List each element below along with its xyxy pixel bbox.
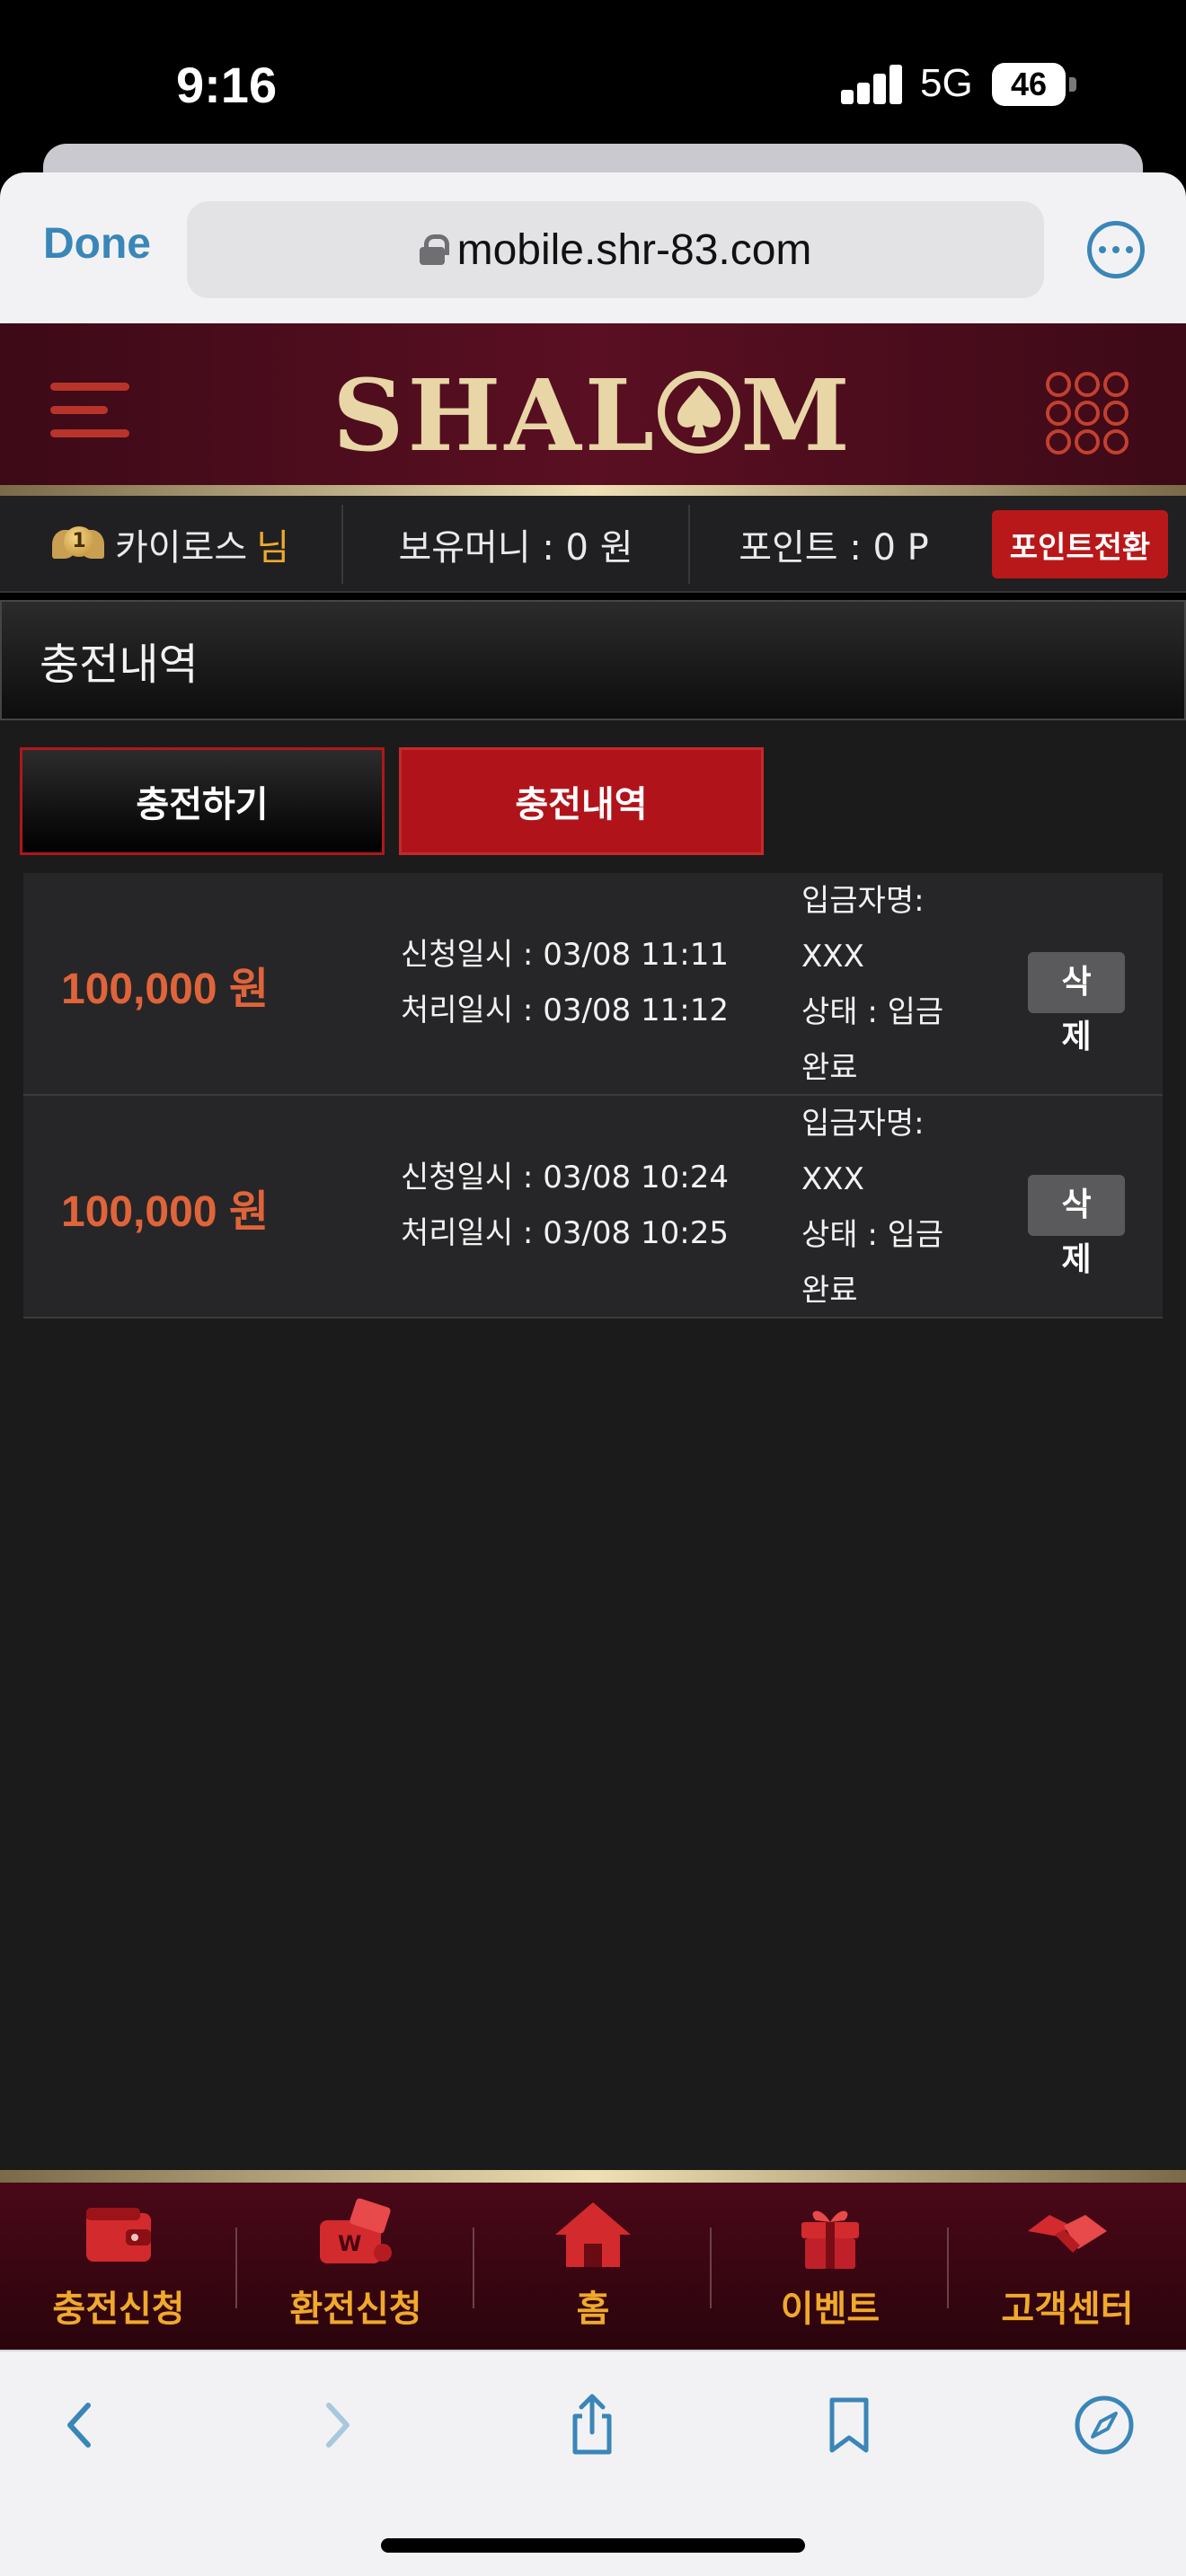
nav-event[interactable]: 이벤트 — [712, 2183, 949, 2350]
share-icon[interactable] — [552, 2384, 633, 2465]
logo-text: SHAL — [332, 357, 659, 473]
depositor-label: 입금자명: — [801, 883, 925, 919]
apps-grid-icon[interactable] — [1046, 372, 1128, 454]
nav-customer-center[interactable]: 고객센터 — [949, 2183, 1186, 2350]
level-number: 1 — [63, 526, 94, 557]
point-convert-button[interactable]: 포인트전환 — [992, 510, 1168, 578]
honorific: 님 — [256, 527, 289, 569]
exchange-wallet-icon: W — [320, 2198, 392, 2263]
history-row: 100,000 원 신청일시 : 03/08 11:11 처리일시 : 03/0… — [23, 873, 1163, 1096]
bookmarks-icon[interactable] — [809, 2384, 890, 2465]
status-value: 완료 — [801, 1273, 858, 1309]
tab-charge-history[interactable]: 충전내역 — [399, 747, 764, 855]
username: 카이로스 — [114, 527, 248, 569]
url-bar[interactable]: mobile.shr-83.com — [187, 201, 1044, 298]
user-name-cell: 1 카이로스 님 — [0, 496, 341, 593]
nav-label: 환전신청 — [289, 2289, 422, 2330]
delete-label-2: 제 — [1061, 1241, 1092, 1278]
level-badge-icon: 1 — [51, 521, 104, 568]
page-title: 충전내역 — [0, 600, 1186, 720]
delete-button[interactable]: 삭 제 — [1028, 952, 1125, 1055]
more-icon[interactable] — [1087, 221, 1145, 278]
bottom-nav: 충전신청 W 환전신청 홈 이벤트 고객센터 — [0, 2183, 1186, 2350]
compass-icon[interactable] — [1064, 2384, 1145, 2465]
record-dates: 신청일시 : 03/08 10:24 처리일시 : 03/08 10:25 — [401, 1150, 729, 1261]
gift-icon — [801, 2210, 859, 2269]
user-info-bar: 1 카이로스 님 보유머니 : 0 원 포인트 : 0 P 포인트전환 — [0, 496, 1186, 593]
delete-label-1: 삭 — [1061, 964, 1092, 1001]
points: 포인트 : 0 P — [739, 527, 929, 569]
handshake-icon — [1028, 2215, 1107, 2253]
status-time: 9:16 — [176, 57, 278, 113]
nav-home[interactable]: 홈 — [474, 2183, 712, 2350]
wallet-icon — [86, 2208, 151, 2262]
forward-icon[interactable] — [295, 2384, 376, 2465]
battery-icon: 46 — [992, 63, 1066, 106]
home-icon — [555, 2202, 631, 2267]
done-button[interactable]: Done — [43, 219, 151, 269]
delete-button[interactable]: 삭 제 — [1028, 1175, 1125, 1278]
history-row: 100,000 원 신청일시 : 03/08 10:24 처리일시 : 03/0… — [23, 1096, 1163, 1319]
status-label: 상태 : 입금 — [801, 994, 944, 1030]
request-datetime: 신청일시 : 03/08 11:11 — [401, 937, 729, 973]
depositor-name: XXX — [801, 939, 864, 975]
header-divider — [0, 485, 1186, 496]
url-text: mobile.shr-83.com — [456, 225, 812, 274]
battery-tip — [1069, 77, 1076, 92]
depositor-label: 입금자명: — [801, 1106, 925, 1142]
status-label: 상태 : 입금 — [801, 1217, 944, 1253]
record-details: 입금자명: XXX 상태 : 입금 완료 — [801, 1096, 981, 1319]
site-logo[interactable]: SHAL M — [0, 357, 1186, 473]
signal-icon — [841, 65, 904, 104]
nav-label: 이벤트 — [780, 2289, 881, 2330]
charge-amount: 100,000 원 — [61, 966, 270, 1013]
nav-label: 고객센터 — [1001, 2289, 1134, 2330]
network-type: 5G — [920, 61, 973, 105]
main-content: 충전하기 충전내역 100,000 원 신청일시 : 03/08 11:11 처… — [0, 720, 1186, 2170]
nav-label: 충전신청 — [52, 2289, 185, 2330]
nav-divider — [0, 2170, 1186, 2183]
tab-charge[interactable]: 충전하기 — [20, 747, 385, 855]
balance: 보유머니 : 0 원 — [398, 527, 633, 569]
process-datetime: 처리일시 : 03/08 11:12 — [401, 992, 729, 1028]
status-value: 완료 — [801, 1050, 858, 1086]
delete-label-2: 제 — [1061, 1019, 1092, 1055]
request-datetime: 신청일시 : 03/08 10:24 — [401, 1160, 729, 1195]
logo-text-end: M — [740, 357, 854, 473]
nav-label: 홈 — [576, 2289, 610, 2330]
browser-header: Done mobile.shr-83.com — [0, 172, 1186, 323]
home-indicator — [381, 2538, 805, 2553]
charge-amount: 100,000 원 — [61, 1188, 270, 1236]
nav-deposit-request[interactable]: 충전신청 — [0, 2183, 237, 2350]
delete-label-1: 삭 — [1061, 1187, 1092, 1223]
svg-text:W: W — [338, 2231, 361, 2256]
depositor-name: XXX — [801, 1161, 864, 1197]
record-details: 입금자명: XXX 상태 : 입금 완료 — [801, 873, 981, 1096]
lock-icon — [419, 234, 449, 265]
process-datetime: 처리일시 : 03/08 10:25 — [401, 1215, 729, 1251]
nav-withdraw-request[interactable]: W 환전신청 — [237, 2183, 474, 2350]
site-header: SHAL M — [0, 323, 1186, 485]
back-icon[interactable] — [41, 2384, 122, 2465]
spade-icon — [658, 371, 741, 454]
record-dates: 신청일시 : 03/08 11:11 처리일시 : 03/08 11:12 — [401, 927, 729, 1038]
